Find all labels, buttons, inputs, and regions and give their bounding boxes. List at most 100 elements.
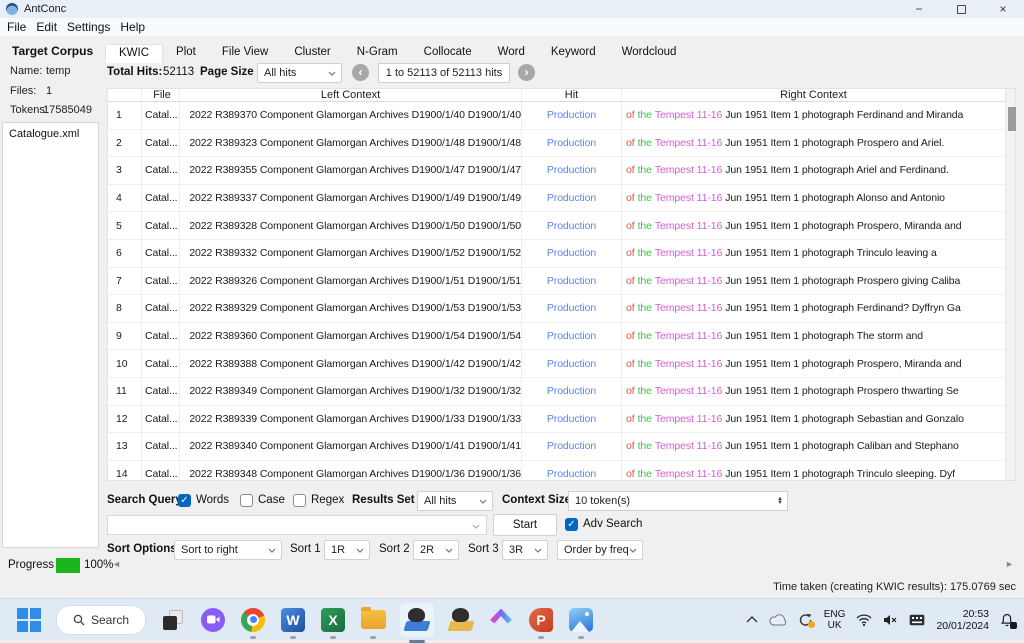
table-row[interactable]: 6 Catal... 2022 R389332 Component Glamor… xyxy=(108,240,1005,268)
hit-cell[interactable]: Production xyxy=(521,323,621,350)
start-button-taskbar[interactable] xyxy=(16,607,42,633)
clickup-button[interactable] xyxy=(488,607,514,633)
excel-button[interactable]: X xyxy=(320,607,346,633)
case-checkbox[interactable] xyxy=(240,494,253,507)
sort1-select[interactable]: 1R xyxy=(324,540,370,560)
tab-cluster[interactable]: Cluster xyxy=(281,44,343,63)
table-row[interactable]: 14 Catal... 2022 R389348 Component Glamo… xyxy=(108,461,1005,489)
wifi-button[interactable] xyxy=(856,614,872,626)
file-explorer-button[interactable] xyxy=(360,607,386,633)
photos-button[interactable] xyxy=(568,607,594,633)
minimize-button[interactable]: − xyxy=(898,0,940,18)
regex-checkbox[interactable] xyxy=(293,494,306,507)
tab-ngram[interactable]: N-Gram xyxy=(344,44,411,63)
tab-plot[interactable]: Plot xyxy=(163,44,209,63)
right-context-header[interactable]: Right Context xyxy=(621,89,1005,101)
results-set-select[interactable]: All hits xyxy=(417,491,493,511)
adv-search-label[interactable]: Adv Search xyxy=(583,518,642,530)
corpus-file-list[interactable]: Catalogue.xml xyxy=(2,122,99,548)
table-row[interactable]: 2 Catal... 2022 R389323 Component Glamor… xyxy=(108,130,1005,158)
tab-file-view[interactable]: File View xyxy=(209,44,281,63)
hit-cell[interactable]: Production xyxy=(521,240,621,267)
table-row[interactable]: 9 Catal... 2022 R389360 Component Glamor… xyxy=(108,323,1005,351)
volume-muted-button[interactable] xyxy=(883,614,898,626)
hit-cell[interactable]: Production xyxy=(521,378,621,405)
video-chat-app-button[interactable] xyxy=(200,607,226,633)
hit-cell[interactable]: Production xyxy=(521,461,621,488)
hit-cell[interactable]: Production xyxy=(521,130,621,157)
spinner-arrows-icon[interactable]: ▲▼ xyxy=(777,497,783,505)
table-row[interactable]: 13 Catal... 2022 R389340 Component Glamo… xyxy=(108,433,1005,461)
scrollbar-thumb[interactable] xyxy=(1008,107,1016,131)
table-row[interactable]: 12 Catal... 2022 R389339 Component Glamo… xyxy=(108,406,1005,434)
tab-collocate[interactable]: Collocate xyxy=(411,44,485,63)
hit-cell[interactable]: Production xyxy=(521,406,621,433)
left-context-header[interactable]: Left Context xyxy=(179,89,521,101)
hit-cell[interactable]: Production xyxy=(521,157,621,184)
onedrive-button[interactable] xyxy=(769,614,787,626)
hit-cell[interactable]: Production xyxy=(521,433,621,460)
hit-cell[interactable]: Production xyxy=(521,102,621,129)
hit-cell[interactable]: Production xyxy=(521,268,621,295)
clock[interactable]: 20:53 20/01/2024 xyxy=(936,608,989,632)
ant-tool-button[interactable] xyxy=(448,607,474,633)
chrome-button[interactable] xyxy=(240,607,266,633)
adv-search-checkbox[interactable]: ✓ xyxy=(565,518,578,531)
tab-keyword[interactable]: Keyword xyxy=(538,44,609,63)
hit-header[interactable]: Hit xyxy=(521,89,621,101)
menu-help[interactable]: Help xyxy=(115,20,150,34)
context-word-of: of xyxy=(626,358,635,370)
scroll-right-icon[interactable]: ► xyxy=(1005,559,1014,569)
language-indicator[interactable]: ENG UK xyxy=(824,609,846,631)
search-query-input[interactable] xyxy=(107,515,487,535)
notification-center-button[interactable] xyxy=(1000,613,1014,627)
words-checkbox-label[interactable]: Words xyxy=(196,494,229,506)
menu-file[interactable]: File xyxy=(2,20,31,34)
table-row[interactable]: 4 Catal... 2022 R389337 Component Glamor… xyxy=(108,185,1005,213)
corpus-file-item[interactable]: Catalogue.xml xyxy=(3,123,98,140)
next-page-button[interactable]: › xyxy=(518,64,535,81)
vertical-scrollbar[interactable] xyxy=(1005,89,1015,480)
scroll-left-icon[interactable]: ◄ xyxy=(112,559,121,569)
word-button[interactable]: W xyxy=(280,607,306,633)
page-size-select[interactable]: All hits xyxy=(257,63,342,83)
start-button[interactable]: Start xyxy=(493,514,557,536)
video-chat-icon xyxy=(201,608,225,632)
table-row[interactable]: 5 Catal... 2022 R389328 Component Glamor… xyxy=(108,212,1005,240)
tab-word[interactable]: Word xyxy=(485,44,538,63)
sort-mode-select[interactable]: Sort to right xyxy=(174,540,282,560)
table-row[interactable]: 1 Catal... 2022 R389370 Component Glamor… xyxy=(108,102,1005,130)
sort3-select[interactable]: 3R xyxy=(502,540,548,560)
hit-cell[interactable]: Production xyxy=(521,350,621,377)
order-by-select[interactable]: Order by freq xyxy=(557,540,643,560)
regex-checkbox-label[interactable]: Regex xyxy=(311,494,344,506)
chevron-down-icon[interactable] xyxy=(472,516,480,534)
tab-kwic[interactable]: KWIC xyxy=(105,44,163,63)
file-header[interactable]: File xyxy=(141,89,179,101)
close-button[interactable]: × xyxy=(982,0,1024,18)
table-row[interactable]: 8 Catal... 2022 R389329 Component Glamor… xyxy=(108,295,1005,323)
antconc-taskbar-button-active[interactable] xyxy=(400,603,434,637)
menu-edit[interactable]: Edit xyxy=(31,20,62,34)
sort2-select[interactable]: 2R xyxy=(413,540,459,560)
context-size-stepper[interactable]: 10 token(s) ▲▼ xyxy=(568,491,788,511)
table-row[interactable]: 7 Catal... 2022 R389326 Component Glamor… xyxy=(108,268,1005,296)
hit-cell[interactable]: Production xyxy=(521,185,621,212)
menu-settings[interactable]: Settings xyxy=(62,20,115,34)
prev-page-button[interactable]: ‹ xyxy=(352,64,369,81)
table-row[interactable]: 11 Catal... 2022 R389349 Component Glamo… xyxy=(108,378,1005,406)
taskbar-search[interactable]: Search xyxy=(56,605,146,635)
touch-keyboard-button[interactable] xyxy=(909,614,925,626)
case-checkbox-label[interactable]: Case xyxy=(258,494,285,506)
update-status-button[interactable] xyxy=(798,613,813,627)
table-row[interactable]: 3 Catal... 2022 R389355 Component Glamor… xyxy=(108,157,1005,185)
words-checkbox[interactable]: ✓ xyxy=(178,494,191,507)
powerpoint-button[interactable]: P xyxy=(528,607,554,633)
hit-cell[interactable]: Production xyxy=(521,212,621,239)
tab-wordcloud[interactable]: Wordcloud xyxy=(609,44,690,63)
hit-cell[interactable]: Production xyxy=(521,295,621,322)
task-view-button[interactable] xyxy=(160,607,186,633)
table-row[interactable]: 10 Catal... 2022 R389388 Component Glamo… xyxy=(108,350,1005,378)
restore-button[interactable] xyxy=(940,0,982,18)
tray-expand-button[interactable] xyxy=(746,616,758,623)
